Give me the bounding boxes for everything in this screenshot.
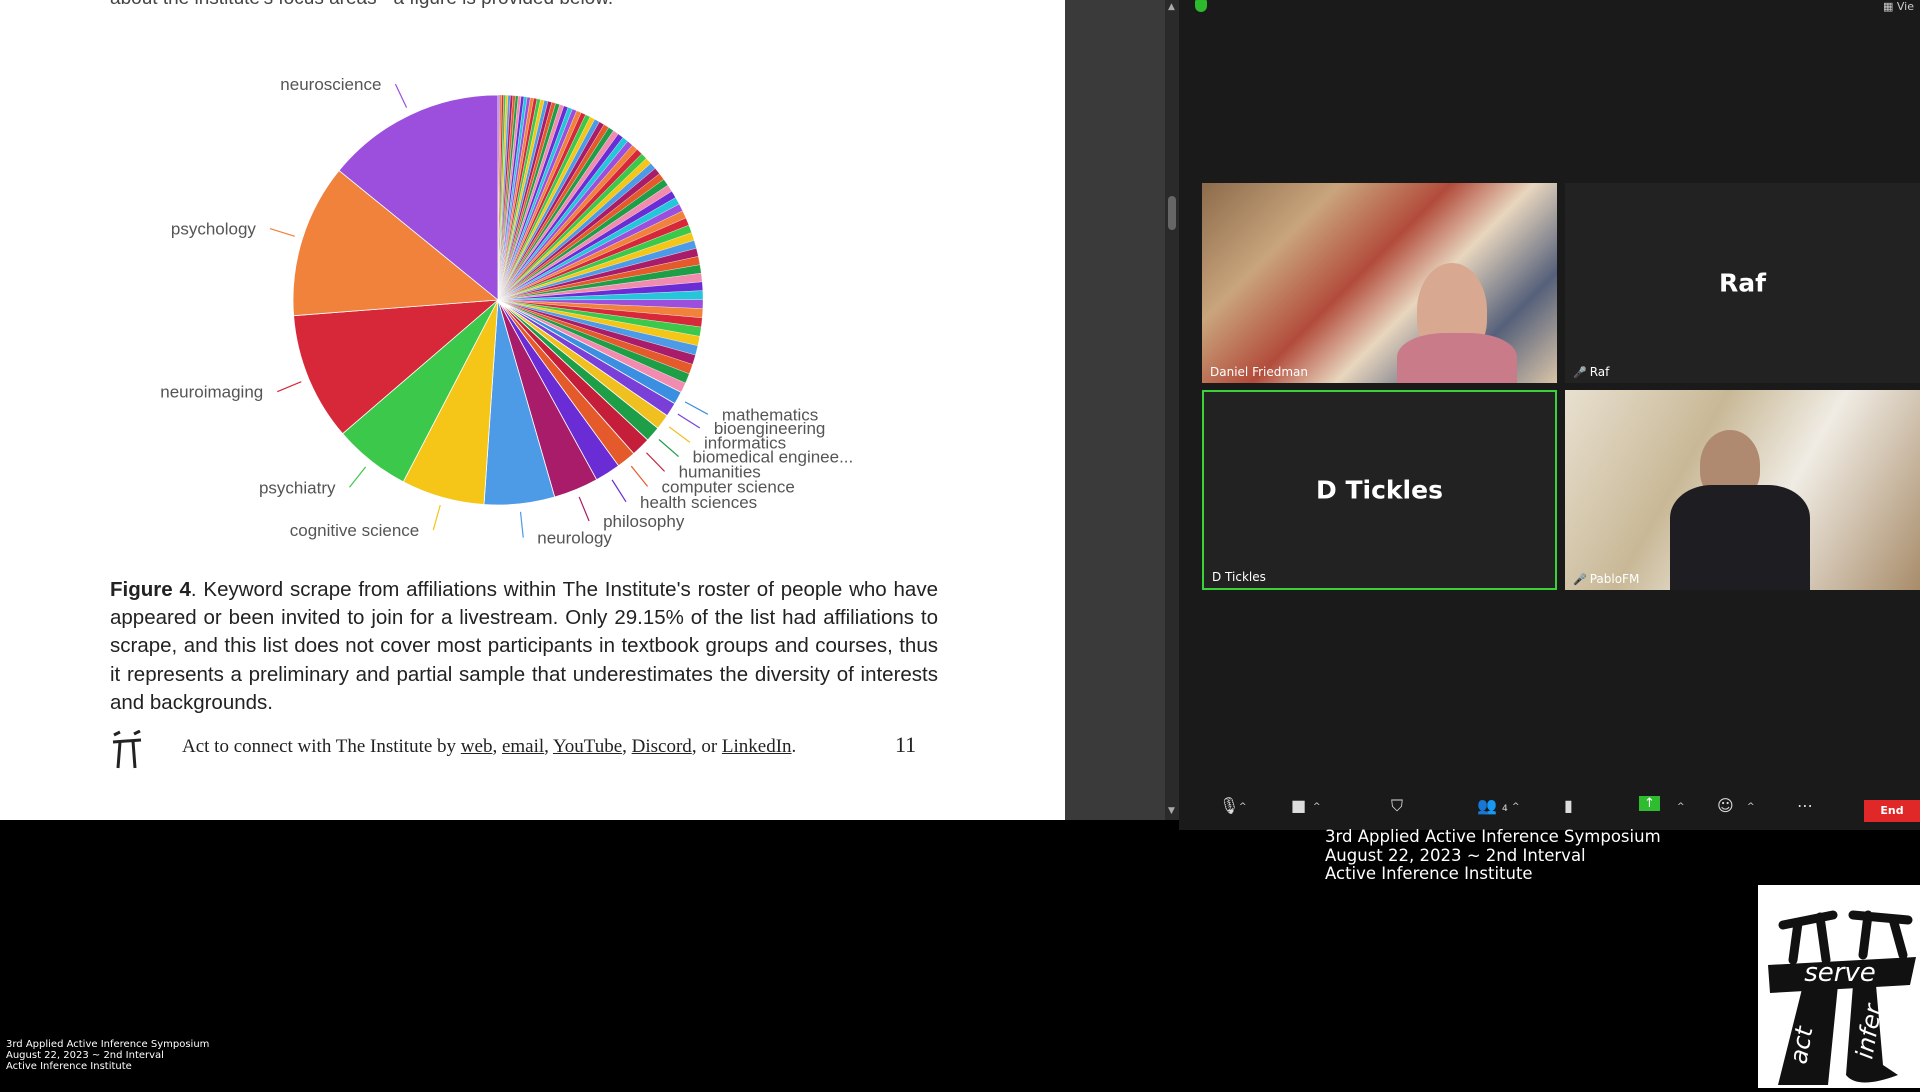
zoom-window: ▦ Vie Daniel Friedman Raf 🎤 Raf D Tickles… [1179,0,1920,830]
scroll-down-icon[interactable]: ▼ [1168,806,1175,816]
pie-leader-line [269,227,295,237]
pie-leader-line [611,479,627,503]
participants-icon[interactable]: 👥 4 [1477,796,1508,815]
document-gutter [1065,0,1165,820]
pie-label: mathematics [722,405,818,424]
video-tile-d-tickles[interactable]: D Tickles D Tickles [1202,390,1557,590]
scroll-up-icon[interactable]: ▲ [1168,2,1175,12]
pie-leader-line [658,439,679,457]
participant-name: D Tickles [1212,570,1266,584]
participant-display-name: Raf [1719,268,1766,298]
end-meeting-button[interactable]: End [1864,800,1920,822]
document-footer: Act to connect with The Institute by web… [110,730,930,774]
chevron-up-icon[interactable]: ^ [1313,802,1321,812]
video-tile-pablo[interactable]: 🎤 PabloFM [1565,390,1920,590]
chevron-up-icon[interactable]: ^ [1239,802,1247,812]
microphone-icon[interactable]: 🎙︎ [1219,796,1239,815]
security-icon[interactable]: ⛉ [1391,796,1403,816]
pie-leader-line [630,465,649,487]
participant-name: PabloFM [1589,572,1640,586]
keyword-pie-chart: neuroscience psychology neuroimaging psychi… [160,75,853,548]
pie-label: philosophy [603,512,685,531]
participant-display-name: D Tickles [1316,475,1443,505]
footer-text: Act to connect with The Institute by web… [182,736,797,757]
pie-label: psychology [171,220,257,239]
pie-leader-line [646,452,666,472]
footer-link-youtube[interactable]: YouTube [553,736,622,757]
view-button[interactable]: ▦ Vie [1883,0,1914,13]
scrollbar-thumb[interactable] [1168,196,1176,230]
participant-name: Daniel Friedman [1210,365,1309,379]
pie-label: neuroscience [280,75,381,94]
video-tile-raf[interactable]: Raf 🎤 Raf [1565,183,1920,383]
mic-muted-icon: 🎤 [1573,366,1587,379]
institute-pi-icon [112,730,142,769]
pie-leader-line [277,381,302,393]
more-icon[interactable]: ⋯ [1797,796,1813,815]
reactions-icon[interactable]: ☺ [1717,796,1734,815]
pie-label: psychiatry [259,478,336,497]
footer-link-email[interactable]: email [502,736,544,757]
pie-leader-line [578,496,590,522]
footer-link-discord[interactable]: Discord [632,736,692,757]
document-viewer: about the institute's focus areas - a fi… [0,0,1065,820]
zoom-toolbar: 🎙︎ ^ ■ ^ ⛉ 👥 4 ^ ▮ ↑ ^ ☺ ^ ⋯ End [1179,790,1920,830]
symposium-overlay: 3rd Applied Active Inference Symposium A… [1325,827,1661,883]
footer-link-linkedin[interactable]: LinkedIn [722,736,792,757]
pie-leader-line [349,466,367,488]
pie-leader-line [394,83,408,108]
logo-word-serve: serve [1804,958,1876,988]
video-camera-icon[interactable]: ■ [1291,796,1306,815]
chevron-up-icon[interactable]: ^ [1747,802,1755,812]
active-inference-logo: serve act infer [1758,885,1920,1088]
pie-leader-line [668,426,691,443]
pi-logo-icon: serve act infer [1768,910,1916,1085]
pie-label: neurology [537,529,612,548]
mic-muted-icon: 🎤 [1573,573,1587,586]
video-tile-daniel[interactable]: Daniel Friedman [1202,183,1557,383]
vertical-scrollbar[interactable]: ▲ ▼ [1165,0,1179,820]
security-shield-icon [1195,0,1207,12]
figure-caption: Figure 4. Keyword scrape from affiliatio… [110,576,938,717]
page-number: 11 [895,732,917,757]
figure-label: Figure 4 [110,578,191,601]
polls-icon[interactable]: ▮ [1564,796,1573,815]
symposium-overlay-small: 3rd Applied Active Inference Symposium A… [6,1039,210,1072]
pie-label: neuroimaging [160,383,263,402]
pie-leader-line [519,511,524,538]
pie-leader-line [677,413,701,429]
document-top-text: about the institute's focus areas - a fi… [110,0,613,10]
caption-text: . Keyword scrape from affiliations withi… [110,578,938,714]
share-screen-icon[interactable]: ↑ [1639,796,1660,811]
chevron-up-icon[interactable]: ^ [1512,802,1520,812]
footer-link-web[interactable]: web [461,736,493,757]
chevron-up-icon[interactable]: ^ [1677,802,1685,812]
participant-name: Raf [1589,365,1610,379]
pie-label: cognitive science [290,521,419,540]
pie-leader-line [684,401,709,415]
pie-leader-line [432,504,441,531]
